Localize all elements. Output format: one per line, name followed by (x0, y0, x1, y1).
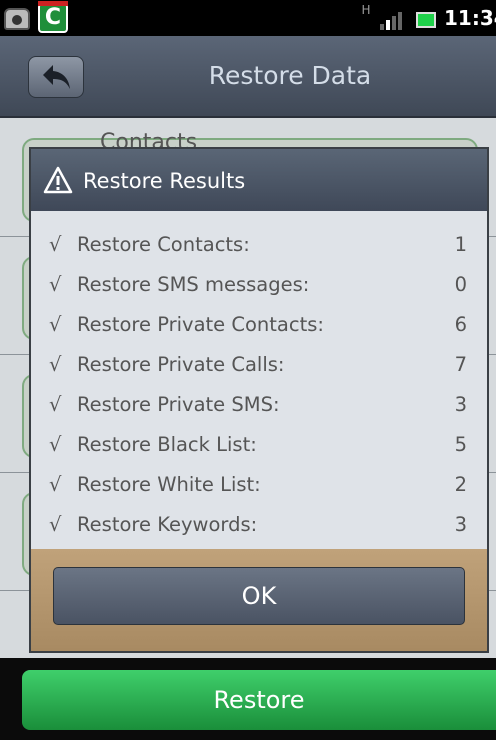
result-count: 6 (454, 313, 467, 336)
check-mark: √ (49, 393, 62, 416)
result-label: Restore White List: (77, 473, 261, 496)
page-title: Restore Data (208, 61, 372, 90)
result-row: √ Restore SMS messages: 0 (31, 265, 487, 305)
restore-button[interactable]: Restore (22, 670, 496, 730)
result-row: √ Restore Private Calls: 7 (31, 345, 487, 385)
check-mark: √ (49, 313, 62, 336)
check-mark: √ (49, 473, 62, 496)
dialog-footer: OK (31, 549, 487, 651)
ok-button[interactable]: OK (53, 567, 465, 625)
result-row: √ Restore Keywords: 3 (31, 505, 487, 545)
result-label: Restore Private Calls: (77, 353, 285, 376)
check-mark: √ (49, 353, 62, 376)
result-row: √ Restore White List: 2 (31, 465, 487, 505)
check-mark: √ (49, 233, 62, 256)
check-mark: √ (49, 433, 62, 456)
result-row: √ Restore Contacts: 1 (31, 225, 487, 265)
result-count: 3 (454, 513, 467, 536)
result-label: Restore Keywords: (77, 513, 258, 536)
result-count: 7 (454, 353, 467, 376)
back-button[interactable] (28, 56, 84, 98)
result-count: 0 (454, 273, 467, 296)
result-label: Restore Contacts: (77, 233, 250, 256)
result-count: 5 (454, 433, 467, 456)
status-bar: C H 11:34 (0, 0, 496, 36)
result-row: √ Restore Black List: 5 (31, 425, 487, 465)
battery-icon (416, 12, 436, 28)
network-type: H (361, 3, 371, 17)
result-label: Restore SMS messages: (77, 273, 310, 296)
signal-icon (380, 10, 402, 30)
clock: 11:34 (444, 6, 496, 30)
back-arrow-icon (43, 65, 70, 89)
dialog-header: Restore Results (31, 149, 487, 211)
result-count: 3 (454, 393, 467, 416)
dialog-title: Restore Results (83, 169, 246, 193)
bottom-bar: Restore (0, 658, 496, 740)
check-mark: √ (49, 513, 62, 536)
app-logo-icon: C (38, 1, 68, 33)
warning-icon (43, 166, 73, 194)
result-label: Restore Private Contacts: (77, 313, 324, 336)
result-count: 1 (454, 233, 467, 256)
restore-results-dialog: Restore Results √ Restore Contacts: 1 √ … (31, 149, 487, 651)
title-bar: Restore Data (0, 36, 496, 118)
result-count: 2 (454, 473, 467, 496)
app-logo-letter: C (44, 5, 62, 30)
results-list: √ Restore Contacts: 1 √ Restore SMS mess… (31, 211, 487, 549)
result-label: Restore Black List: (77, 433, 257, 456)
result-row: √ Restore Private Contacts: 6 (31, 305, 487, 345)
android-debug-icon (4, 8, 30, 30)
result-row: √ Restore Private SMS: 3 (31, 385, 487, 425)
check-mark: √ (49, 273, 62, 296)
result-label: Restore Private SMS: (77, 393, 280, 416)
